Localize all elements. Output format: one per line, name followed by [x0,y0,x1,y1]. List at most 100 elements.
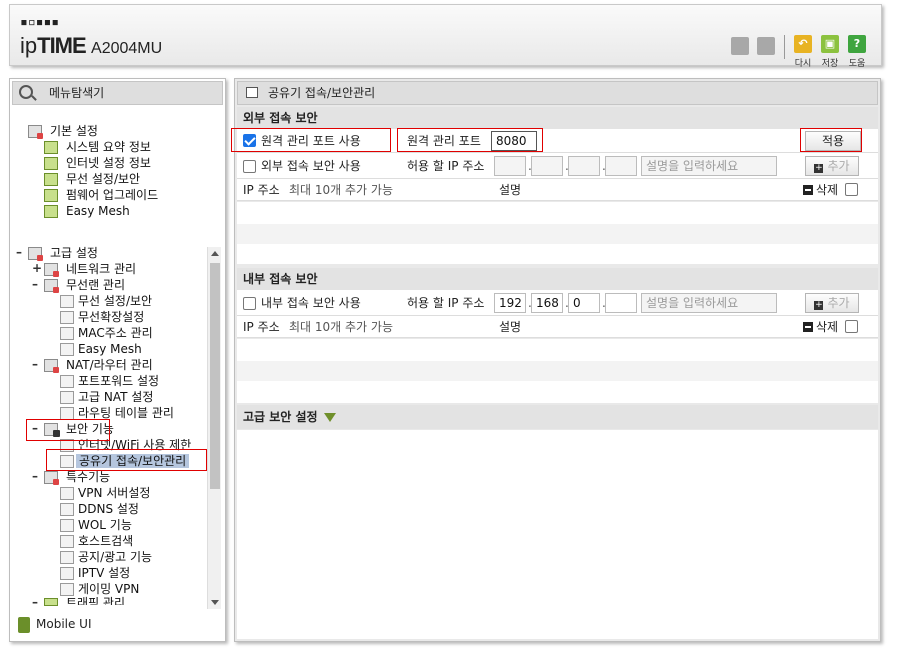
int-ip-octet-4[interactable] [605,293,637,313]
collapse-toggle[interactable]: – [32,469,38,483]
mobile-ui-label: Mobile UI [36,617,92,631]
scroll-thumb[interactable] [210,263,220,489]
lock-folder-icon [44,423,60,437]
collapse-toggle[interactable]: – [32,357,38,371]
tree-iptv[interactable]: IPTV 설정 [78,565,130,581]
page-icon [60,455,74,468]
tree-advanced-nat[interactable]: 고급 NAT 설정 [78,389,153,405]
scroll-up-arrow-icon[interactable] [211,251,219,256]
remote-port-row: 원격 관리 포트 사용 원격 관리 포트 8080 적용 [237,129,878,153]
external-secure-checkbox[interactable] [243,160,256,173]
page-icon [60,551,74,564]
tree-security-functions[interactable]: 보안 기능 [66,421,114,437]
tree-wireless-security[interactable]: 무선 설정/보안 [66,171,140,187]
menu-explorer: 메뉴탐색기 기본 설정 시스템 요약 정보 인터넷 설정 정보 무선 설정/보안… [9,78,226,642]
advanced-section-title[interactable]: 고급 보안 설정 [237,405,878,429]
collapse-toggle[interactable]: – [16,245,22,259]
ext-ip-octet-4[interactable] [605,156,637,176]
tree-vpn-server[interactable]: VPN 서버설정 [78,485,150,501]
top-header: ▪▫▪▪▪ ipTIME A2004MU ↶ 다시 ▣ 저장 ? 도움 [9,4,882,69]
ext-select-all-checkbox[interactable] [845,183,858,196]
expand-toggle[interactable]: – [32,595,38,609]
ext-add-button[interactable]: + 추가 [805,156,859,176]
remote-port-label: 원격 관리 포트 사용 [261,134,361,148]
int-ip-octet-1[interactable]: 192 [494,293,526,313]
tree-mac-management[interactable]: MAC주소 관리 [78,325,153,341]
tree-wlan-extension[interactable]: 무선확장설정 [78,309,144,325]
save-button[interactable]: ▣ 저장 [817,35,843,69]
plus-icon: + [814,300,824,310]
tree-notice-ad[interactable]: 공지/광고 기능 [78,549,152,565]
back-button[interactable]: ↶ 다시 [790,35,816,69]
tree-port-forward[interactable]: 포트포워드 설정 [78,373,159,389]
tree-wol[interactable]: WOL 기능 [78,517,132,533]
help-icon: ? [848,35,866,53]
int-desc-input[interactable]: 설명을 입력하세요 [641,293,777,313]
scroll-down-arrow-icon[interactable] [211,600,219,605]
page-icon [60,391,74,404]
ext-ip-octet-3[interactable] [568,156,600,176]
collapse-toggle[interactable]: – [32,421,38,435]
tree-special-functions[interactable]: 특수기능 [66,469,110,485]
selected-menu-label: 공유기 접속/보안관리 [76,454,190,468]
tree-basic-settings[interactable]: 기본 설정 [50,123,98,139]
tree-routing-table[interactable]: 라우팅 테이블 관리 [78,405,174,421]
tree-wlan-security[interactable]: 무선 설정/보안 [78,293,152,309]
ext-ip-octet-1[interactable] [494,156,526,176]
tree-network-management[interactable]: 네트워크 관리 [66,261,136,277]
int-ip-octet-2[interactable]: 168 [531,293,563,313]
page-icon [60,439,74,452]
remote-port-checkbox[interactable] [243,134,256,147]
tree-wlan-easy-mesh[interactable]: Easy Mesh [78,341,142,357]
apply-button[interactable]: 적용 [805,131,861,151]
home-icon[interactable] [731,37,749,55]
col-desc: 설명 [499,183,522,197]
magnifier-icon [19,85,33,99]
allow-ip-label: 허용 할 IP 주소 [407,159,485,173]
sidebar-scrollbar[interactable] [207,247,221,609]
tree-traffic-management[interactable]: 트래픽 관리 [66,595,125,605]
int-ip-octet-3[interactable]: 0 [568,293,600,313]
tree-wireless-lan[interactable]: 무선랜 관리 [66,277,125,293]
list-row-stripe [237,361,878,381]
tree-firmware-upgrade[interactable]: 펌웨어 업그레이드 [66,187,158,203]
tree-easy-mesh[interactable]: Easy Mesh [66,203,130,219]
mobile-ui-link[interactable]: Mobile UI [18,616,92,633]
int-add-button[interactable]: + 추가 [805,293,859,313]
tree-system-summary[interactable]: 시스템 요약 정보 [66,139,151,155]
tree-nat-router[interactable]: NAT/라우터 관리 [66,357,153,373]
internal-secure-checkbox[interactable] [243,297,256,310]
logo-dots: ▪▫▪▪▪ [20,15,60,30]
page-icon [60,487,74,500]
folder-icon [28,125,43,139]
tree-internet-info[interactable]: 인터넷 설정 정보 [66,155,151,171]
internal-list-body [237,339,878,403]
ext-add-label: 추가 [827,159,850,173]
page-icon [60,503,74,516]
collapse-toggle[interactable]: – [32,277,38,291]
remote-port-input[interactable]: 8080 [491,131,537,151]
help-button[interactable]: ? 도움 [844,35,870,69]
iptime-logo: ipTIME A2004MU [20,33,162,59]
ext-desc-input[interactable]: 설명을 입력하세요 [641,156,777,176]
logo-time: TIME [37,33,87,58]
logout-icon[interactable] [757,37,775,55]
external-list-header: IP 주소 최대 10개 추가 가능 설명 삭제 [237,179,878,201]
tree-host-search[interactable]: 호스트검색 [78,533,133,549]
expand-toggle[interactable]: + [32,261,42,275]
page-icon [60,311,74,324]
col-ip-hint: 최대 10개 추가 가능 [289,320,393,334]
tree-ddns[interactable]: DDNS 설정 [78,501,139,517]
advanced-title-label: 고급 보안 설정 [243,410,318,424]
main-header: 공유기 접속/보안관리 [237,81,878,105]
back-icon: ↶ [794,35,812,53]
tree-advanced-settings[interactable]: 고급 설정 [50,245,98,261]
ext-ip-octet-2[interactable] [531,156,563,176]
special-folder-icon [44,471,59,485]
internal-section-title: 내부 접속 보안 [237,268,878,290]
page-icon [60,519,74,532]
tree-router-access-security[interactable]: 공유기 접속/보안관리 [76,453,190,469]
tree-internet-wifi-limit[interactable]: 인터넷/WiFi 사용 제한 [78,437,191,453]
int-select-all-checkbox[interactable] [845,320,858,333]
port-label: 원격 관리 포트 [407,134,481,148]
